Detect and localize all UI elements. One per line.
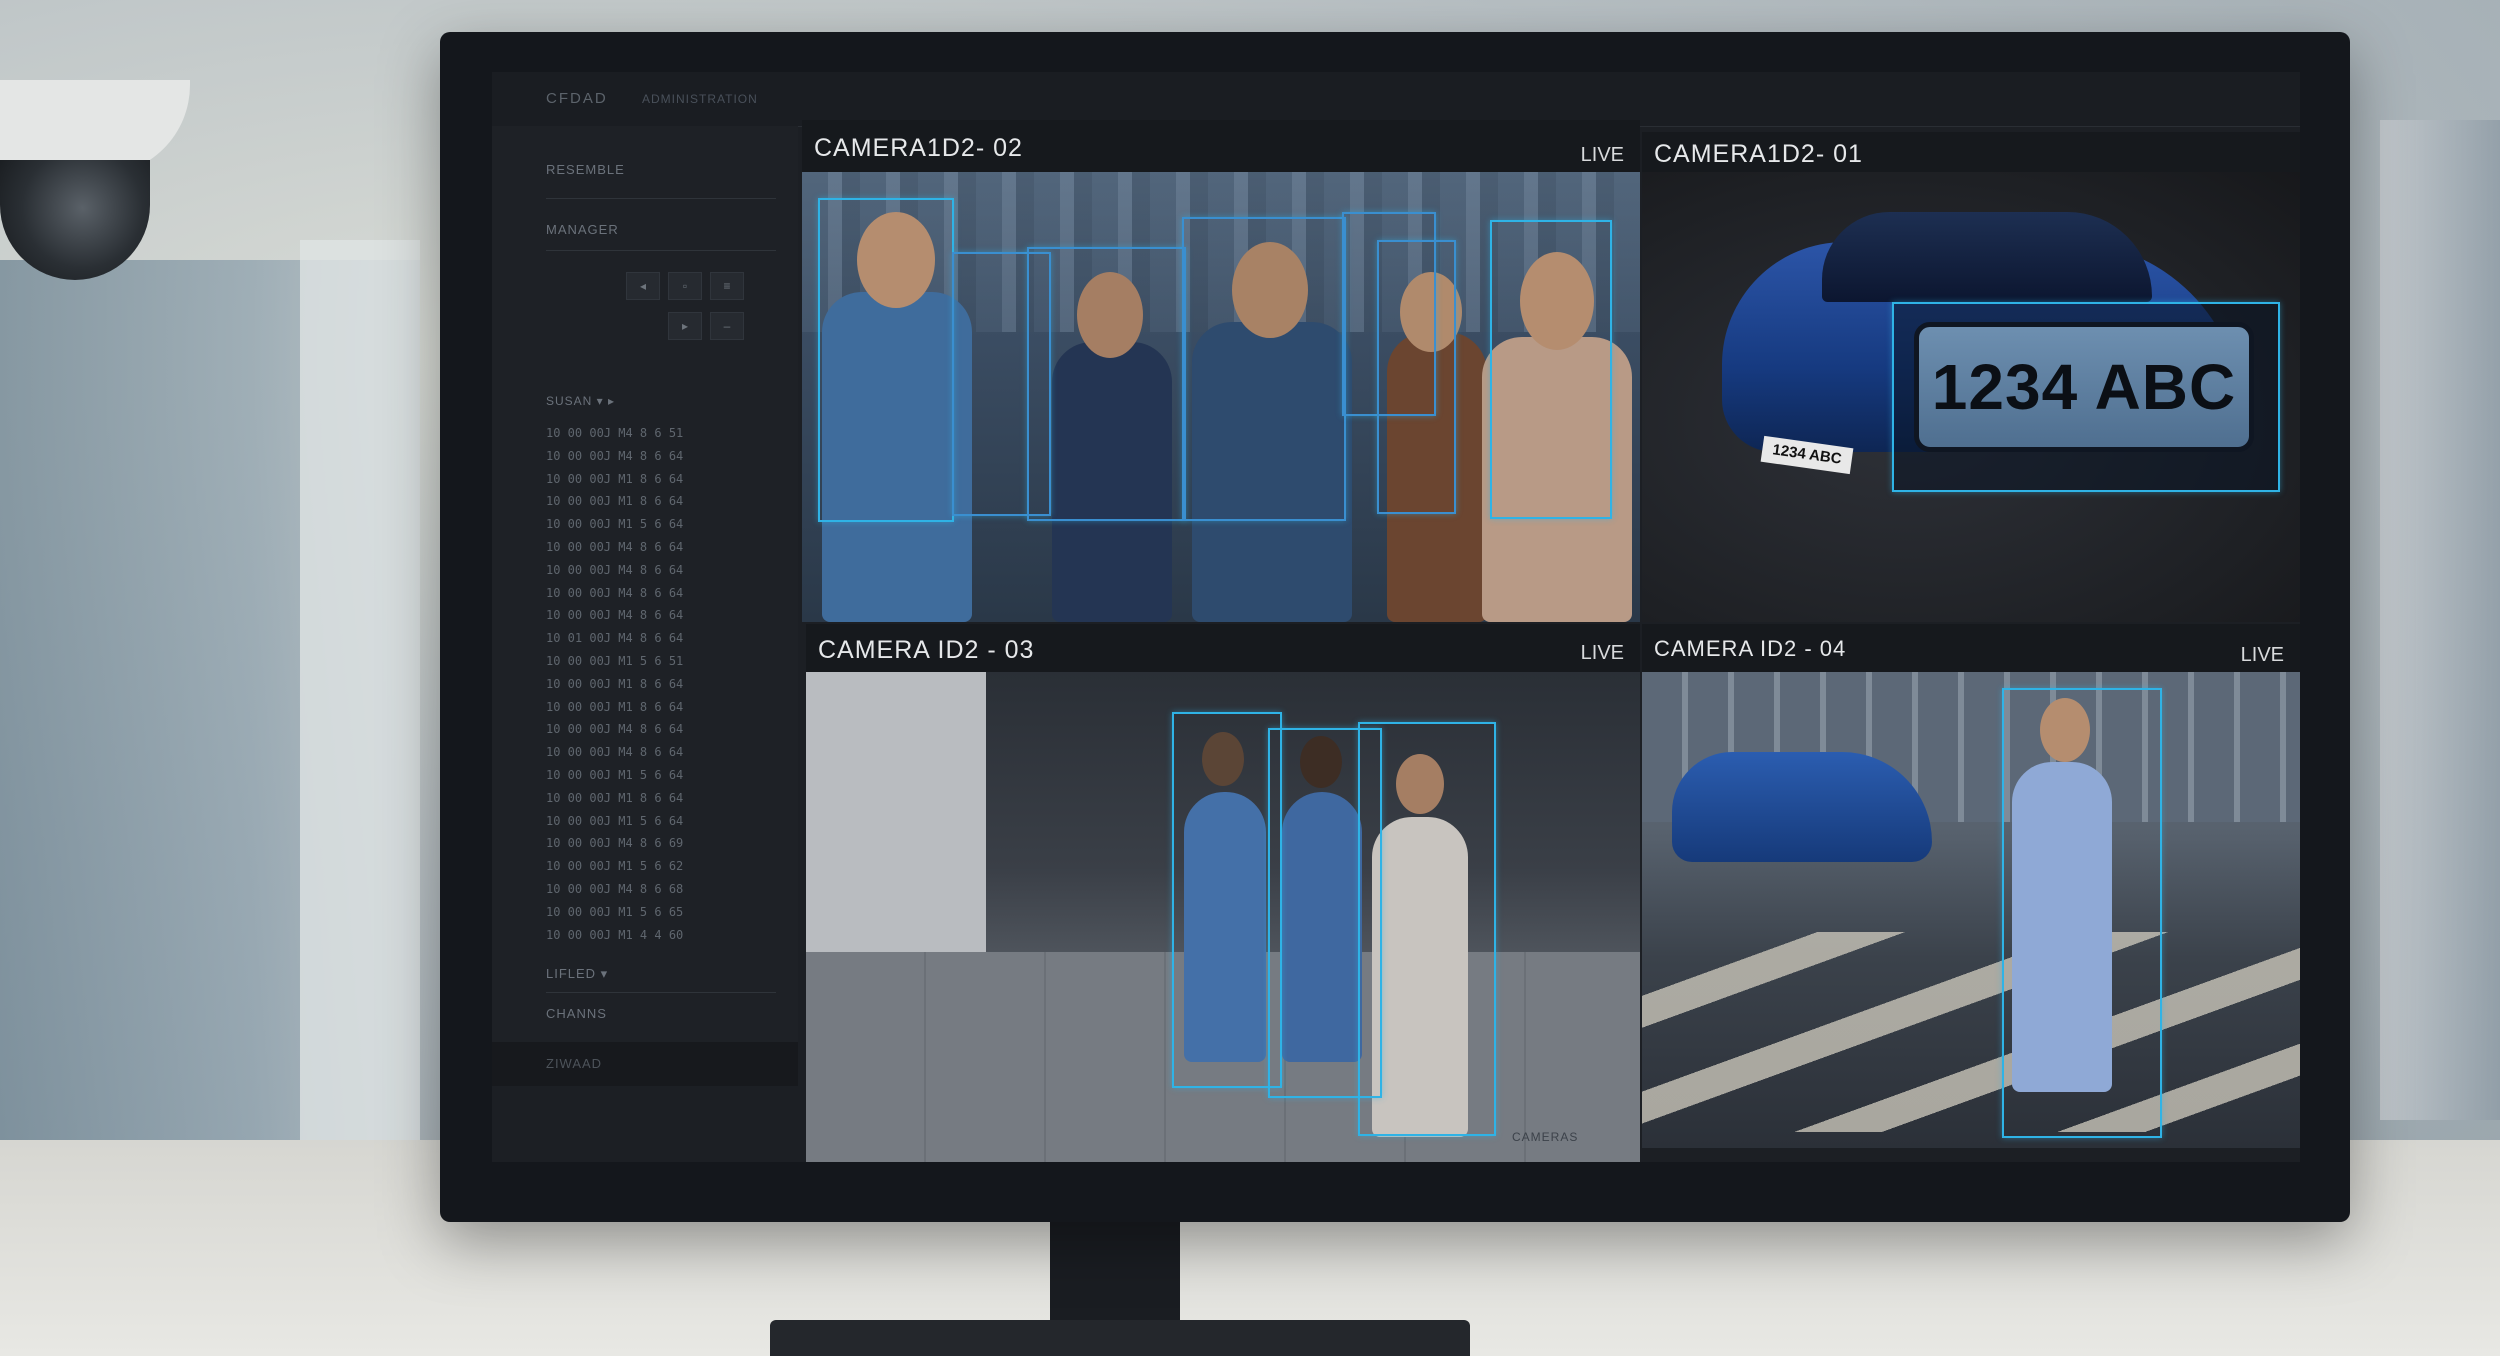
- monitor: CFDAD ADMINISTRATION RESEMBLE MANAGER ◂ …: [440, 32, 2350, 1222]
- app-title: CFDAD: [546, 90, 608, 107]
- sidebar: RESEMBLE MANAGER ◂ ▫ ≡ ▸ – SUSAN ▾ ▸ 10 …: [492, 126, 798, 1086]
- live-indicator: LIVE: [1580, 144, 1624, 166]
- detection-box: [1172, 712, 1282, 1088]
- list-item[interactable]: 10 00 00J M4 8 6 51: [546, 422, 776, 445]
- sidebar-footer-label[interactable]: ZIWAAD: [546, 1056, 602, 1071]
- sidebar-divider: [546, 198, 776, 199]
- control-button-menu[interactable]: ≡: [710, 272, 744, 300]
- list-item[interactable]: 10 00 00J M1 5 6 51: [546, 650, 776, 673]
- detection-box: [1027, 247, 1186, 521]
- list-item[interactable]: 10 00 00J M1 8 6 64: [546, 696, 776, 719]
- control-button-window[interactable]: ▫: [668, 272, 702, 300]
- live-indicator: LIVE: [2240, 644, 2284, 666]
- detection-box: [2002, 688, 2162, 1138]
- building-pillar: [806, 672, 986, 952]
- feed-video-view: 1234 ABC 1234 ABC: [1642, 172, 2300, 622]
- list-item[interactable]: 10 00 00J M4 8 6 64: [546, 582, 776, 605]
- sidebar-divider: [546, 250, 776, 251]
- app-tab-administration[interactable]: ADMINISTRATION: [642, 92, 758, 106]
- feed-title: CAMERA ID2 - 04: [1654, 636, 1847, 661]
- detection-box: [818, 198, 954, 522]
- list-item[interactable]: 10 00 00J M4 8 6 64: [546, 741, 776, 764]
- detection-box: [1490, 220, 1612, 519]
- feed-header: CAMERA1D2- 01: [1642, 132, 2300, 172]
- camera-dome: [0, 160, 150, 280]
- sidebar-section-manager[interactable]: MANAGER: [546, 222, 619, 237]
- list-item[interactable]: 10 00 00J M4 8 6 69: [546, 832, 776, 855]
- camera-feed-04[interactable]: CAMERA ID2 - 04 LIVE: [1642, 624, 2300, 1148]
- sidebar-section-resemble[interactable]: RESEMBLE: [546, 162, 625, 177]
- detection-box: [1377, 240, 1456, 514]
- feed-header: CAMERA ID2 - 04 LIVE: [1642, 624, 2300, 672]
- list-item[interactable]: 10 00 00J M4 8 6 64: [546, 445, 776, 468]
- live-indicator: LIVE: [1580, 642, 1624, 664]
- event-list: 10 00 00J M4 8 6 51 10 00 00J M4 8 6 64 10…: [546, 422, 776, 946]
- list-item[interactable]: 10 00 00J M1 5 6 65: [546, 901, 776, 924]
- list-item[interactable]: 10 01 00J M4 8 6 64: [546, 627, 776, 650]
- list-item[interactable]: 10 00 00J M1 5 6 64: [546, 764, 776, 787]
- list-item[interactable]: 10 00 00J M4 8 6 64: [546, 718, 776, 741]
- sidebar-footer: ZIWAAD: [492, 1042, 798, 1086]
- sidebar-divider: [546, 992, 776, 993]
- list-item[interactable]: 10 00 00J M1 4 4 60: [546, 924, 776, 947]
- feed-header: CAMERA1D2- 02 LIVE: [802, 120, 1640, 172]
- monitor-stand-base: [770, 1320, 1470, 1356]
- list-item[interactable]: 10 00 00J M1 5 6 64: [546, 513, 776, 536]
- feed-video-view: [802, 172, 1640, 622]
- car-roof: [1822, 212, 2152, 302]
- footer-caption: CAMERAS: [1512, 1130, 1579, 1144]
- list-item[interactable]: 10 00 00J M1 5 6 64: [546, 810, 776, 833]
- list-item[interactable]: 10 00 00J M1 8 6 64: [546, 673, 776, 696]
- list-header-dropdown[interactable]: SUSAN ▾ ▸: [546, 394, 615, 408]
- parked-car: [1672, 752, 1932, 862]
- detection-box: [1182, 217, 1346, 521]
- channels-label[interactable]: CHANNS: [546, 1006, 607, 1021]
- camera-feed-02[interactable]: CAMERA1D2- 02 LIVE: [802, 120, 1640, 622]
- list-item[interactable]: 10 00 00J M1 8 6 64: [546, 490, 776, 513]
- ceiling-security-camera: [0, 80, 190, 280]
- monitor-screen: CFDAD ADMINISTRATION RESEMBLE MANAGER ◂ …: [492, 72, 2300, 1162]
- camera-feed-03[interactable]: CAMERA ID2 - 03 LIVE: [806, 624, 1640, 1162]
- app-header: CFDAD ADMINISTRATION: [492, 72, 2300, 127]
- list-item[interactable]: 10 00 00J M4 8 6 68: [546, 878, 776, 901]
- list-item[interactable]: 10 00 00J M1 8 6 64: [546, 468, 776, 491]
- camera-feed-01[interactable]: CAMERA1D2- 01 1234 ABC 1234 ABC: [1642, 132, 2300, 622]
- license-plate-zoom: 1234 ABC: [1914, 322, 2254, 452]
- feed-title: CAMERA ID2 - 03: [818, 636, 1035, 664]
- list-item[interactable]: 10 00 00J M1 5 6 62: [546, 855, 776, 878]
- detection-box: [1358, 722, 1496, 1136]
- control-button-prev[interactable]: ◂: [626, 272, 660, 300]
- list-item[interactable]: 10 00 00J M4 8 6 64: [546, 559, 776, 582]
- filter-dropdown[interactable]: LIFLED ▾: [546, 966, 608, 982]
- list-item[interactable]: 10 00 00J M4 8 6 64: [546, 604, 776, 627]
- feed-header: CAMERA ID2 - 03 LIVE: [806, 624, 1640, 672]
- background-pillar: [300, 240, 420, 1140]
- control-button-minus[interactable]: –: [710, 312, 744, 340]
- feed-title: CAMERA1D2- 01: [1654, 140, 1863, 168]
- control-button-next[interactable]: ▸: [668, 312, 702, 340]
- background-right-object: [2380, 120, 2500, 1120]
- feed-video-view: [1642, 672, 2300, 1148]
- feed-title: CAMERA1D2- 02: [814, 134, 1023, 162]
- crosswalk: [1642, 932, 2300, 1132]
- list-item[interactable]: 10 00 00J M1 8 6 64: [546, 787, 776, 810]
- feed-video-view: [806, 672, 1640, 1162]
- list-item[interactable]: 10 00 00J M4 8 6 64: [546, 536, 776, 559]
